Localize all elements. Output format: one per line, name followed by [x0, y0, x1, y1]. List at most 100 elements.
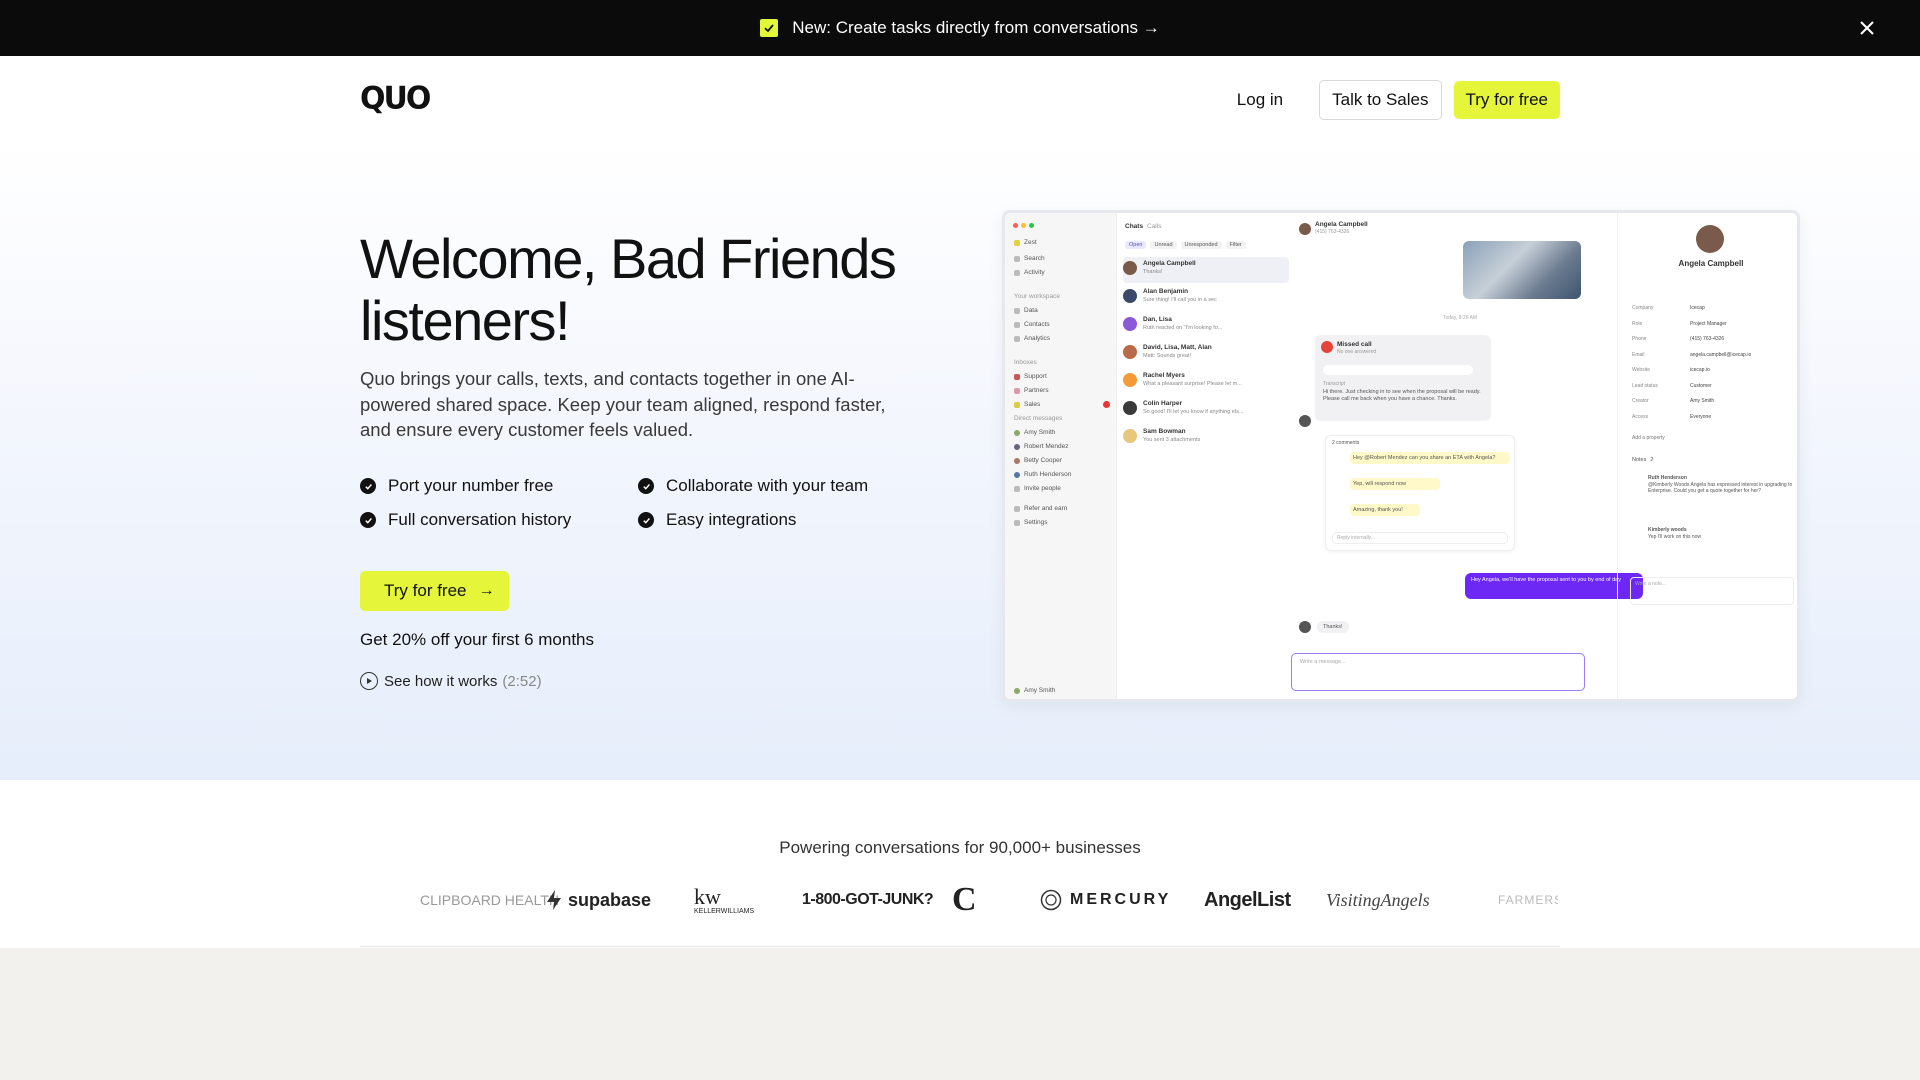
mockup-sidebar-item: Contacts [1014, 321, 1050, 328]
checkbox-icon [760, 19, 779, 37]
quo-logo[interactable]: QUO [360, 80, 431, 117]
photo-attachment [1463, 241, 1581, 299]
missed-call-sub: No one answered [1337, 349, 1377, 355]
incoming-message: Thanks! [1317, 621, 1349, 633]
contact-field-label: Website [1632, 367, 1650, 373]
video-duration: (2:52) [502, 672, 542, 690]
contact-field: Access Everyone [1632, 414, 1792, 420]
contact-field-value: angela.campbell@icecap.io [1690, 351, 1752, 358]
audio-player [1323, 365, 1473, 375]
contact-field: Phone (415) 763-4326 [1632, 336, 1792, 342]
feature-item: Collaborate with your team [638, 476, 898, 496]
mockup-chat-contact: Angela Campbell [1315, 221, 1368, 228]
feature-label: Port your number free [388, 476, 554, 495]
mockup-conversation-row: Rachel Myers What a pleasant surprise! Pl… [1123, 369, 1289, 395]
hero-section: Welcome, Bad Friends listeners! Quo brin… [0, 140, 1920, 780]
check-circle-icon [360, 478, 376, 494]
logos-section: Powering conversations for 90,000+ busin… [0, 780, 1920, 948]
phone-missed-icon [1321, 341, 1333, 353]
login-link[interactable]: Log in [1223, 81, 1297, 119]
contact-field-label: Lead status [1632, 382, 1658, 389]
mockup-conversation-row: Sam Bowman You sent 3 attachments [1123, 425, 1289, 451]
contact-field-label: Company [1632, 305, 1654, 311]
mockup-sidebar-item: Activity [1014, 269, 1045, 276]
check-circle-icon [638, 478, 654, 494]
reply-input: Reply internally... [1332, 532, 1508, 544]
voicemail-label: Transcript [1323, 381, 1346, 387]
note-item: Kimberly woods Yep I'll work on this now [1648, 527, 1702, 540]
visiting-angels-logo: VisitingAngels [1326, 889, 1430, 910]
note-item: Ruth Henderson @Kimberly Woods Angela has… [1648, 475, 1793, 494]
contact-field: Lead status Customer [1632, 383, 1792, 389]
site-header: QUO Log in Talk to Sales Try for free [0, 56, 1920, 140]
contact-field-label: Phone [1632, 336, 1647, 342]
unread-dot [1103, 401, 1110, 408]
missed-call-label: Missed call [1337, 341, 1372, 348]
next-section [0, 948, 1920, 1080]
mockup-sidebar-item: Zest [1014, 239, 1037, 246]
avatar [1299, 223, 1311, 235]
mockup-sidebar-item: Robert Mendez [1014, 443, 1068, 450]
contact-field: Creator Amy Smith [1632, 398, 1792, 404]
mockup-sidebar-item: Refer and earn [1014, 505, 1067, 512]
contact-field-label: Role [1632, 320, 1643, 327]
try-free-header-button[interactable]: Try for free [1453, 81, 1560, 119]
missed-call-card: Missed call No one answered Transcript H… [1315, 335, 1491, 421]
talk-to-sales-button[interactable]: Talk to Sales [1319, 80, 1442, 120]
mockup-filters: Open Unread Unresponded Filter [1125, 241, 1246, 249]
mockup-sidebar-item: Partners [1014, 387, 1049, 394]
c-logo: C [952, 881, 977, 918]
window-controls [1013, 223, 1034, 228]
angellist-logo: AngelList [1204, 888, 1291, 911]
arrow-right-icon: → [478, 582, 495, 599]
thread-label: 2 comments [1332, 440, 1360, 446]
feature-label: Easy integrations [666, 510, 797, 529]
mockup-sidebar-heading: Direct messages [1014, 415, 1063, 422]
mockup-sidebar-item: Settings [1014, 519, 1048, 526]
mockup-conversation-row: Dan, Lisa Ruth reacted on "I'm looking fo… [1123, 313, 1289, 339]
mercury-logo: MERCURY [1040, 880, 1171, 920]
logo-strip: CLIPBOARD HEALTH supabase kw KELLERWILLI… [360, 880, 1560, 920]
contact-field: Website icecap.io [1632, 367, 1792, 373]
mockup-sidebar-item: Invite people [1014, 485, 1061, 492]
close-icon[interactable] [1856, 17, 1878, 39]
mockup-sidebar-item: Support [1014, 373, 1047, 380]
mockup-sidebar-item: Analytics [1014, 335, 1050, 342]
thread-comment: Yep, will respond now [1350, 478, 1440, 490]
voicemail-text: Hi there. Just checking in to see when t… [1323, 389, 1481, 402]
announcement-text[interactable]: New: Create tasks directly from conversa… [792, 18, 1160, 38]
try-free-hero-button[interactable]: Try for free → [360, 571, 509, 611]
farmers-logo: FARMERS [1498, 893, 1558, 907]
mockup-conversation-row: Angela Campbell Thanks! [1123, 257, 1289, 283]
hero-title: Welcome, Bad Friends listeners! [360, 227, 897, 352]
app-mockup: Zest Search Activity Your workspace Data… [1002, 210, 1800, 702]
note-input: Write a note... [1630, 577, 1794, 605]
contact-field-value: Project Manager [1690, 320, 1727, 327]
mockup-tab: Chats [1125, 223, 1144, 230]
see-how-it-works-link[interactable]: See how it works (2:52) [360, 672, 542, 690]
mockup-sidebar-item: Search [1014, 255, 1045, 262]
check-circle-icon [638, 512, 654, 528]
contact-field: Role Project Manager [1632, 321, 1792, 327]
contact-field-value: (415) 763-4326 [1690, 336, 1725, 342]
mockup-tab: Calls [1147, 223, 1162, 230]
cta-label: Try for free [384, 581, 467, 600]
feature-item: Full conversation history [360, 510, 638, 530]
mockup-sidebar-heading: Your workspace [1014, 293, 1061, 300]
feature-label: Full conversation history [388, 510, 572, 529]
supabase-logo: supabase [546, 880, 651, 920]
header-nav: Log in Talk to Sales Try for free [1223, 80, 1560, 120]
mockup-conversation-row: Colin Harper So good! I'll let you know i… [1123, 397, 1289, 423]
mockup-sidebar: Zest Search Activity Your workspace Data… [1005, 213, 1117, 699]
mockup-conversation-row: Alan Benjamin Sure thing! I'll call you i… [1123, 285, 1289, 311]
announcement-bar[interactable]: New: Create tasks directly from conversa… [0, 0, 1920, 56]
comment-thread: 2 comments Hey @Robert Mendez can you sh… [1325, 435, 1515, 551]
logos-title: Powering conversations for 90,000+ busin… [779, 838, 1141, 857]
contact-field-value: Everyone [1690, 413, 1712, 420]
hero-description: Quo brings your calls, texts, and contac… [360, 368, 886, 440]
feature-item: Easy integrations [638, 510, 898, 530]
mockup-sidebar-item: Ruth Henderson [1014, 471, 1071, 478]
mockup-sidebar-user: Amy Smith [1014, 687, 1055, 694]
contact-avatar [1696, 225, 1724, 253]
feature-list: Port your number free Collaborate with y… [360, 476, 898, 530]
